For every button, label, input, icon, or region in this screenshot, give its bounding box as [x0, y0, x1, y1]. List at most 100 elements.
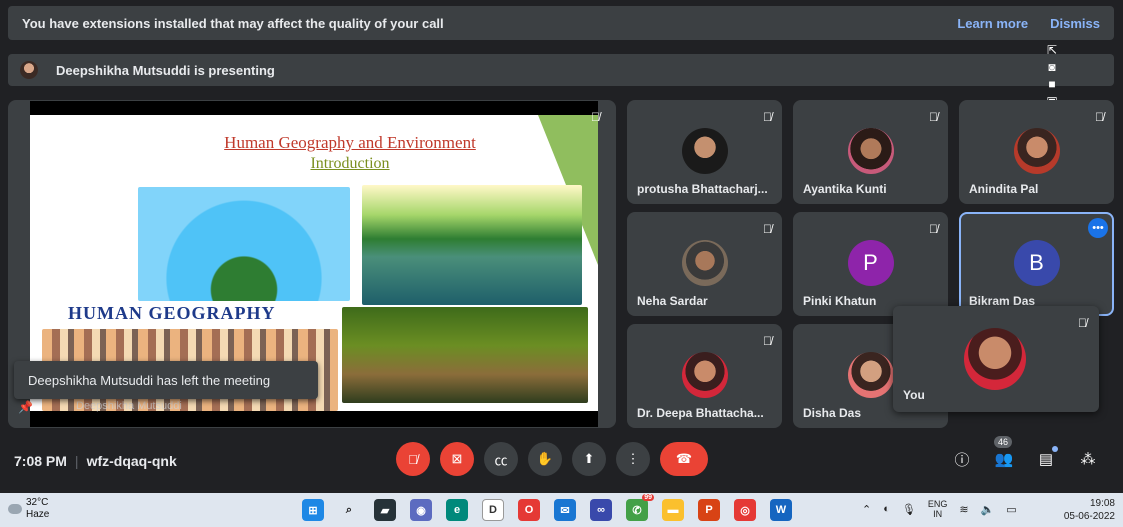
video-icon[interactable]: ■ [1048, 78, 1055, 91]
microphone-off-button[interactable]: 🎙̸ [396, 442, 430, 476]
captions-icon: ㏄ [494, 452, 508, 468]
participant-name: Dr. Deepa Bhattacha... [637, 406, 764, 420]
edge-icon[interactable]: e [446, 499, 468, 521]
battery-icon[interactable]: ▭ [1006, 503, 1016, 516]
presentation-mic-off-icon: 🎙̸ [591, 110, 600, 124]
participant-tile[interactable]: 🎙̸ protusha Bhattacharj... [627, 100, 782, 204]
participant-avatar-letter: P [847, 240, 894, 286]
camera-off-button[interactable]: ⊠ [440, 442, 474, 476]
meeting-info: 7:08 PM | wfz-dqaq-qnk [14, 453, 177, 469]
more-options-button[interactable]: ⋮ [616, 442, 650, 476]
task-view-icon[interactable]: ▰ [374, 499, 396, 521]
leave-call-button[interactable]: ☎ [660, 442, 708, 476]
captions-button[interactable]: ㏄ [484, 442, 518, 476]
participant-tile[interactable]: 🎙̸ Ayantika Kunti [793, 100, 948, 204]
participant-avatar [681, 352, 728, 398]
raise-hand-button[interactable]: ✋ [528, 442, 562, 476]
office-icon[interactable]: O [518, 499, 540, 521]
mic-off-icon: 🎙̸ [1095, 110, 1104, 124]
mic-off-icon: 🎙̸ [408, 451, 418, 467]
participant-avatar [681, 128, 728, 174]
participant-tile[interactable]: 🎙̸ Neha Sardar [627, 212, 782, 316]
participant-avatar [681, 240, 728, 286]
file-explorer-icon[interactable]: ▬ [662, 499, 684, 521]
mic-off-icon: 🎙̸ [929, 222, 938, 236]
meeting-details-button[interactable]: ⓘ [950, 442, 974, 476]
forest-river-image [342, 307, 588, 403]
participant-avatar [847, 352, 894, 398]
camera-off-icon: ⊠ [451, 451, 463, 466]
extension-warning-banner: You have extensions installed that may a… [8, 6, 1114, 40]
mic-off-icon: 🎙̸ [929, 110, 938, 124]
participant-name: Disha Das [803, 406, 862, 420]
microphone-tray-icon[interactable]: 🎙 [902, 503, 916, 516]
tray-app-icon[interactable]: ◐ [883, 503, 890, 515]
people-button[interactable]: 46 👥 [992, 436, 1016, 476]
volume-icon[interactable]: 🔈 [981, 503, 995, 516]
powerpoint-icon[interactable]: P [698, 499, 720, 521]
clock-time: 19:08 [1089, 498, 1115, 509]
system-clock[interactable]: 19:08 05-06-2022 [1064, 497, 1115, 523]
system-tray: ⌃ ◐ 🎙 ENG IN ≋ 🔈 ▭ [862, 499, 1017, 519]
clock-date: 05-06-2022 [1063, 511, 1115, 522]
dell-icon[interactable]: D [482, 499, 504, 521]
notification-badge: 99 [642, 494, 654, 501]
presenting-text: Deepshikha Mutsuddi is presenting [56, 62, 275, 78]
language-code: ENG [927, 499, 948, 509]
divider: | [74, 453, 79, 469]
presenter-name-label: Deepshikha Mutsuddi [76, 400, 182, 412]
camera-icon[interactable]: ◙ [1048, 61, 1055, 74]
windows-taskbar: 32°C Haze ⊞ ⌕ ▰ ◉ e D O ✉ ∞ ✆ 99 ▬ P ◎ W … [0, 493, 1123, 527]
chrome-icon[interactable]: ◎ [734, 499, 756, 521]
pin-icon[interactable]: 📌 [18, 400, 33, 414]
present-now-button[interactable]: ⬆ [572, 442, 606, 476]
teams-chat-icon[interactable]: ◉ [410, 499, 432, 521]
extension-warning-text: You have extensions installed that may a… [22, 15, 444, 31]
more-options-icon[interactable]: ••• [1088, 218, 1108, 238]
mic-off-icon: 🎙̸ [763, 334, 772, 348]
participant-tile[interactable]: 🎙̸ Dr. Deepa Bhattacha... [627, 324, 782, 428]
dismiss-button[interactable]: Dismiss [1050, 16, 1100, 31]
globe-image [138, 187, 350, 301]
word-icon[interactable]: W [770, 499, 792, 521]
learn-more-link[interactable]: Learn more [957, 16, 1028, 31]
participant-name: Pinki Khatun [803, 294, 877, 308]
language-indicator[interactable]: ENG IN [928, 499, 948, 519]
hang-up-icon: ☎ [675, 451, 693, 466]
chat-button[interactable]: ▤ [1034, 442, 1058, 476]
participant-tile-active[interactable]: ••• B Bikram Das [959, 212, 1114, 316]
participant-avatar [847, 128, 894, 174]
meeting-controls-bar: 7:08 PM | wfz-dqaq-qnk 🎙̸ ⊠ ㏄ ✋ ⬆ ⋮ ☎ ⓘ 46… [0, 436, 1123, 484]
show-hidden-icons-icon[interactable]: ⌃ [862, 503, 871, 516]
wifi-icon[interactable]: ≋ [959, 503, 968, 516]
weather-icon [8, 504, 22, 514]
participant-tile[interactable]: 🎙̸ Anindita Pal [959, 100, 1114, 204]
mail-icon[interactable]: ✉ [554, 499, 576, 521]
self-view-tile[interactable]: 🎙̸ You [893, 306, 1099, 412]
presenter-avatar [20, 61, 38, 79]
pin-toolbar-icon[interactable]: ⇱ [1047, 44, 1057, 57]
activities-icon: ⁂ [1080, 451, 1096, 468]
side-panel-controls: ⓘ 46 👥 ▤ ⁂ [950, 436, 1100, 476]
more-vert-icon: ⋮ [626, 451, 640, 466]
participant-avatar [1013, 128, 1060, 174]
self-avatar [964, 328, 1026, 390]
windows-start-icon[interactable]: ⊞ [302, 499, 324, 521]
whatsapp-icon[interactable]: ✆ 99 [626, 494, 654, 521]
search-icon[interactable]: ⌕ [338, 499, 360, 521]
weather-widget[interactable]: 32°C Haze [8, 497, 49, 521]
people-count-badge: 46 [994, 436, 1013, 448]
slide-subtitle: Introduction [310, 155, 390, 172]
participant-name: Neha Sardar [637, 294, 708, 308]
meeting-code: wfz-dqaq-qnk [86, 453, 177, 469]
slide-title: Human Geography and Environment [224, 133, 476, 152]
media-icon[interactable]: ∞ [590, 499, 612, 521]
banner-links: Learn more Dismiss [957, 16, 1100, 31]
mic-off-icon: 🎙̸ [763, 222, 772, 236]
participant-avatar-letter: B [1013, 240, 1060, 286]
participant-tile[interactable]: 🎙̸ P Pinki Khatun [793, 212, 948, 316]
meeting-time: 7:08 PM [14, 453, 67, 469]
activities-button[interactable]: ⁂ [1076, 442, 1100, 476]
participant-name: Ayantika Kunti [803, 182, 887, 196]
temperature: 32°C [26, 497, 49, 508]
